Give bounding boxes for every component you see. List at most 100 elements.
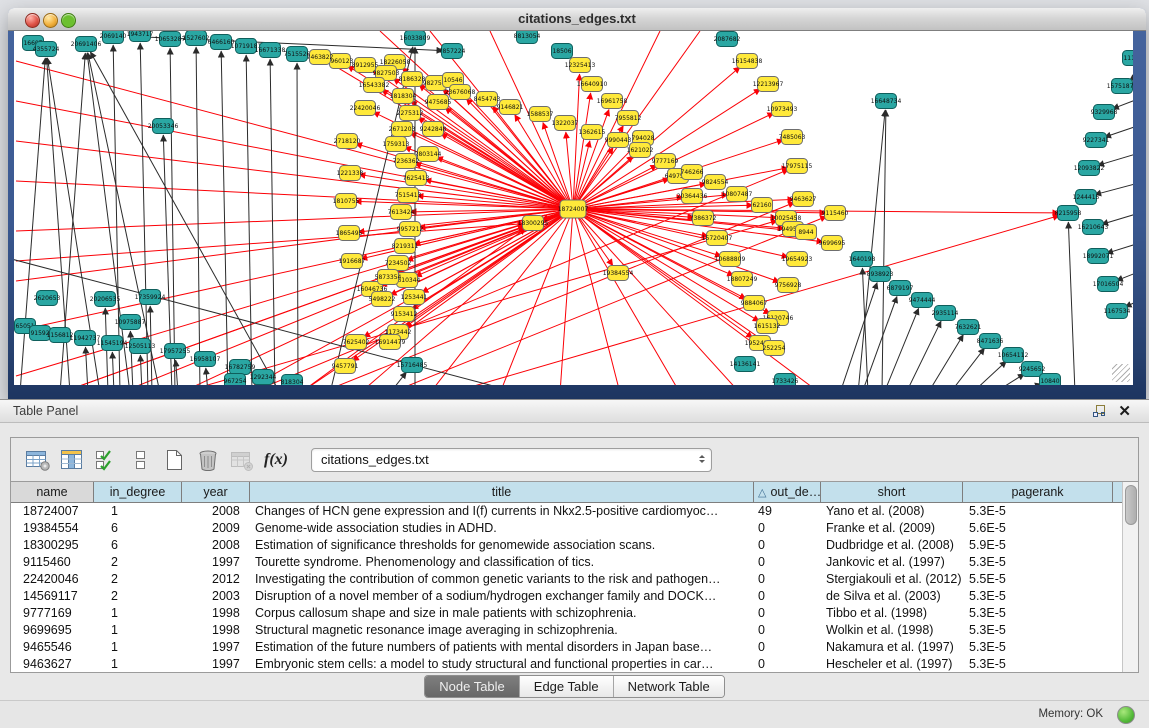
graph-node[interactable]: 1221338 bbox=[337, 166, 364, 181]
column-header-in_degree[interactable]: in_degree bbox=[94, 482, 182, 502]
network-canvas[interactable]: 1660743557242069140620691401943717106532… bbox=[14, 31, 1133, 385]
graph-node[interactable]: 2087682 bbox=[714, 32, 741, 47]
graph-node[interactable]: 1527602 bbox=[183, 31, 210, 46]
graph-node[interactable]: 1362615 bbox=[579, 125, 606, 140]
graph-node[interactable]: 17016504 bbox=[1093, 277, 1124, 292]
graph-node[interactable]: 1167534 bbox=[1104, 304, 1131, 319]
graph-node[interactable]: 9884067 bbox=[741, 296, 768, 311]
graph-node[interactable]: 17957255 bbox=[160, 344, 191, 359]
graph-node[interactable]: 1759313 bbox=[383, 137, 410, 152]
select-mode-button[interactable] bbox=[91, 445, 121, 475]
graph-node[interactable]: 9957212 bbox=[397, 222, 424, 237]
table-row[interactable]: 946554611997Estimation of the future num… bbox=[11, 639, 1122, 656]
graph-node[interactable]: 9824554 bbox=[702, 175, 729, 190]
graph-node[interactable]: 9457791 bbox=[332, 359, 359, 374]
graph-node[interactable]: 7857224 bbox=[439, 44, 466, 59]
graph-node[interactable]: 10807487 bbox=[722, 187, 753, 202]
graph-node[interactable]: 8186328 bbox=[399, 72, 426, 87]
delete-table-button[interactable] bbox=[193, 445, 223, 475]
graph-node[interactable]: 8219311 bbox=[392, 239, 419, 254]
graph-node[interactable]: 7386372 bbox=[690, 211, 717, 226]
graph-node[interactable]: 7463822 bbox=[307, 50, 334, 65]
graph-node[interactable]: 1615132 bbox=[754, 319, 781, 334]
graph-node[interactable]: 967254 bbox=[224, 374, 247, 386]
graph-node[interactable]: 15751874 bbox=[1107, 79, 1133, 94]
scrollbar-thumb[interactable] bbox=[1125, 485, 1137, 525]
graph-node[interactable]: 1640198 bbox=[849, 252, 876, 267]
graph-node[interactable]: 17359924 bbox=[135, 290, 166, 305]
table-row[interactable]: 911546021997Tourette syndrome. Phenomeno… bbox=[11, 554, 1122, 571]
graph-node[interactable]: 19654923 bbox=[782, 252, 813, 267]
graph-node[interactable]: 1588537 bbox=[527, 107, 554, 122]
graph-node[interactable]: 16033809 bbox=[400, 31, 431, 46]
graph-node[interactable]: 9475685 bbox=[425, 95, 452, 110]
graph-node[interactable]: 20206535 bbox=[90, 292, 121, 307]
close-panel-icon[interactable]: ✕ bbox=[1118, 402, 1131, 420]
graph-node[interactable]: 1322037 bbox=[552, 116, 579, 131]
graph-node[interactable]: 6879197 bbox=[887, 281, 914, 296]
graph-node[interactable]: 7955812 bbox=[615, 111, 642, 126]
graph-node[interactable]: 1818304 bbox=[390, 89, 417, 104]
graph-node[interactable]: 9990443 bbox=[605, 133, 632, 148]
graph-node[interactable]: 1244415 bbox=[1073, 190, 1100, 205]
graph-node[interactable]: 2069140 bbox=[100, 31, 127, 44]
graph-node[interactable]: 10840 bbox=[1040, 374, 1061, 386]
graph-node[interactable]: 8471636 bbox=[977, 334, 1004, 349]
new-document-button[interactable] bbox=[159, 445, 189, 475]
graph-node[interactable]: 7625413 bbox=[403, 171, 430, 186]
graph-node[interactable]: 1733426 bbox=[772, 374, 799, 386]
graph-node[interactable]: 12213967 bbox=[753, 77, 784, 92]
graph-node[interactable]: 9777169 bbox=[652, 154, 679, 169]
graph-node[interactable]: 10975887 bbox=[115, 315, 146, 330]
table-mode-button[interactable] bbox=[23, 445, 53, 475]
graph-node[interactable]: 18807249 bbox=[727, 272, 758, 287]
graph-node[interactable]: 1943717 bbox=[127, 31, 154, 42]
graph-node[interactable]: 10654112 bbox=[998, 348, 1029, 363]
table-row[interactable]: 1872400712008Changes of HCN gene express… bbox=[11, 503, 1122, 520]
graph-node[interactable]: 8944 bbox=[796, 225, 817, 240]
graph-node[interactable]: 14136141 bbox=[730, 357, 761, 372]
table-row[interactable]: 946362711997Embryonic stem cells: a mode… bbox=[11, 656, 1122, 672]
float-panel-icon[interactable] bbox=[1092, 404, 1107, 423]
graph-node[interactable]: 10688809 bbox=[715, 252, 746, 267]
network-table-selector[interactable]: citations_edges.txt bbox=[311, 448, 712, 472]
graph-node[interactable]: 7613424 bbox=[388, 205, 415, 220]
graph-node[interactable]: 18506 bbox=[552, 44, 573, 59]
column-header-name[interactable]: name bbox=[11, 482, 94, 502]
graph-node[interactable]: 9474444 bbox=[909, 293, 936, 308]
graph-node[interactable]: 15716485 bbox=[397, 358, 428, 373]
graph-node[interactable]: 7234502 bbox=[385, 256, 412, 271]
graph-node[interactable]: 9146821 bbox=[497, 100, 524, 115]
graph-node[interactable]: 11178 bbox=[1123, 51, 1134, 66]
graph-node[interactable]: 16154838 bbox=[732, 54, 763, 69]
table-row[interactable]: 2242004622012Investigating the contribut… bbox=[11, 571, 1122, 588]
graph-node[interactable]: 18992071 bbox=[1083, 249, 1114, 264]
function-builder-button[interactable]: f(x) bbox=[261, 445, 291, 475]
graph-node[interactable]: 7236362 bbox=[393, 154, 420, 169]
graph-node[interactable]: 1810755 bbox=[333, 194, 360, 209]
graph-node[interactable]: 2275312 bbox=[397, 106, 424, 121]
graph-node[interactable]: 7632621 bbox=[955, 320, 982, 335]
column-header-short[interactable]: short bbox=[821, 482, 963, 502]
graph-node[interactable]: 2620653 bbox=[34, 291, 61, 306]
graph-node[interactable]: 20364436 bbox=[677, 189, 708, 204]
column-header-out_de[interactable]: △out_de… bbox=[754, 482, 821, 502]
vertical-scrollbar[interactable] bbox=[1122, 482, 1138, 672]
column-header-title[interactable]: title bbox=[250, 482, 754, 502]
graph-node[interactable]: 5873354 bbox=[375, 270, 402, 285]
graph-node[interactable]: 16640910 bbox=[577, 77, 608, 92]
column-header-year[interactable]: year bbox=[182, 482, 250, 502]
table-row[interactable]: 977716911998Corpus callosum shape and si… bbox=[11, 605, 1122, 622]
graph-node[interactable]: 2671203 bbox=[389, 122, 416, 137]
table-row[interactable]: 1830029562008Estimation of significance … bbox=[11, 537, 1122, 554]
graph-node[interactable]: 1621022 bbox=[627, 143, 654, 158]
show-column-button[interactable] bbox=[57, 445, 87, 475]
graph-node[interactable]: 10653287 bbox=[155, 32, 186, 47]
graph-node[interactable]: 16648734 bbox=[871, 94, 902, 109]
graph-node[interactable]: 1916687 bbox=[339, 254, 366, 269]
graph-node[interactable]: 9227341 bbox=[1083, 133, 1110, 148]
graph-node[interactable]: 12325413 bbox=[565, 58, 596, 73]
graph-node[interactable]: 818304 bbox=[281, 375, 304, 386]
window-titlebar[interactable]: citations_edges.txt bbox=[8, 8, 1146, 31]
graph-node[interactable]: 9153412 bbox=[391, 307, 418, 322]
